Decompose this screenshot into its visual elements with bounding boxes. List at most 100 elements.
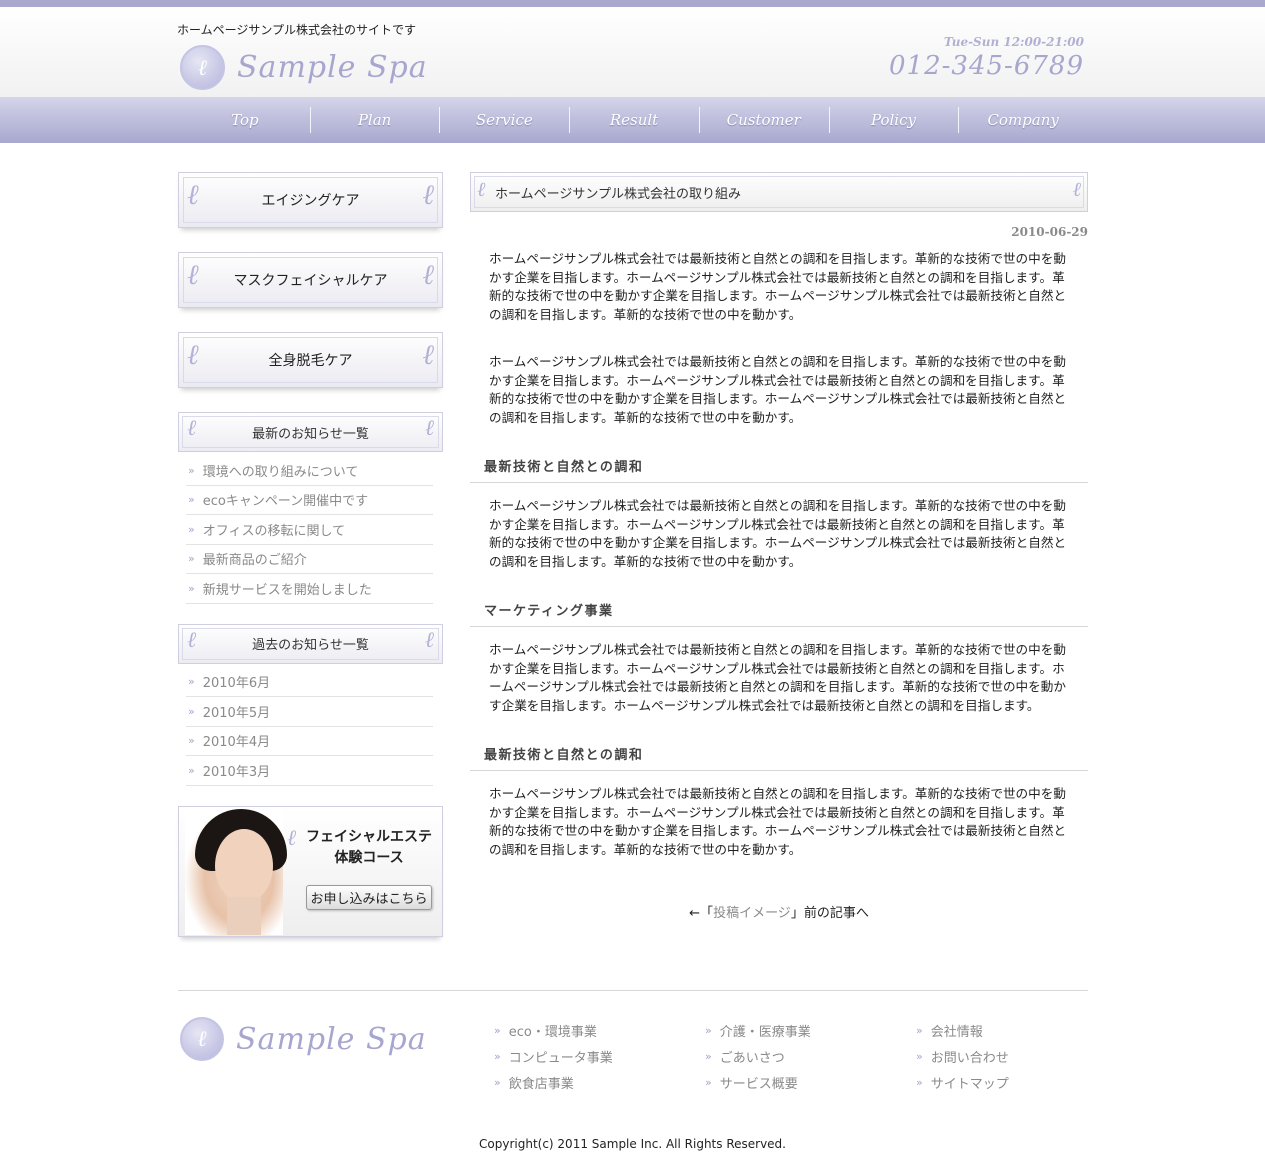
chevron-right-icon: »: [705, 1023, 712, 1037]
footer-link[interactable]: » お問い合わせ: [916, 1043, 1127, 1069]
chevron-right-icon: »: [705, 1075, 712, 1089]
previous-arrow: ←「: [689, 906, 714, 921]
model-photo: [185, 808, 287, 935]
footer-link-label: サービス概要: [719, 1076, 798, 1092]
nav-item-policy[interactable]: Policy: [828, 97, 959, 143]
article-paragraph: ホームページサンプル株式会社では最新技術と自然との調和を目指します。革新的な技術…: [489, 786, 1067, 857]
footer-link[interactable]: » 会社情報: [916, 1017, 1127, 1043]
ornament-icon: ℓ: [187, 338, 199, 371]
footer-link[interactable]: » 飲食店事業: [494, 1069, 705, 1095]
chevron-right-icon: »: [188, 493, 195, 507]
footer-links: » eco・環境事業 » コンピュータ事業 » 飲食店事業 » 介護・医療事業 » ごあい…: [494, 1017, 1127, 1095]
chevron-right-icon: »: [916, 1049, 923, 1063]
list-item-label: オフィスの移転に関して: [202, 523, 346, 539]
ornament-icon: ℓ: [1072, 177, 1081, 201]
ornament-icon: ℓ: [422, 258, 434, 291]
list-item[interactable]: » 新規サービスを開始しました: [186, 574, 433, 604]
chevron-right-icon: »: [916, 1075, 923, 1089]
site-tagline: ホームページサンプル株式会社のサイトです: [177, 23, 417, 37]
list-item-label: 2010年6月: [202, 676, 271, 692]
previous-post-suffix: 」前の記事へ: [790, 906, 869, 921]
article-paragraph: ホームページサンプル株式会社では最新技術と自然との調和を目指します。革新的な技術…: [489, 251, 1067, 322]
previous-post-link[interactable]: 投稿イメージ: [713, 906, 791, 921]
section-heading: マーケティング事業: [470, 600, 1088, 627]
footer-link-label: コンピュータ事業: [508, 1050, 613, 1066]
past-news-heading-label: 過去のお知らせ一覧: [252, 638, 369, 653]
footer-link[interactable]: » サイトマップ: [916, 1069, 1127, 1095]
site-header: ホームページサンプル株式会社のサイトです ℓ Sample Spa Tue-Su…: [0, 7, 1265, 97]
sidebar: ℓ エイジングケア ℓ ℓ マスクフェイシャルケア ℓ ℓ 全身脱毛ケア ℓ ℓ…: [178, 172, 443, 937]
business-hours: Tue-Sun 12:00-21:00: [943, 35, 1084, 49]
nav-item-top[interactable]: Top: [180, 97, 310, 143]
apply-button[interactable]: お申し込みはこちら: [306, 884, 432, 910]
footer-link-label: 会社情報: [930, 1024, 983, 1040]
list-item[interactable]: » 環境への取り組みについて: [186, 456, 433, 486]
list-item[interactable]: » 2010年4月: [186, 727, 433, 756]
chevron-right-icon: »: [188, 675, 195, 689]
model-neck: [227, 896, 261, 935]
nav-item-plan[interactable]: Plan: [309, 97, 440, 143]
footer-link[interactable]: » 介護・医療事業: [705, 1017, 916, 1043]
sidebar-button-body-hair-removal[interactable]: ℓ 全身脱毛ケア ℓ: [178, 332, 443, 388]
list-item-label: 2010年4月: [202, 735, 271, 751]
list-item-label: 最新商品のご紹介: [202, 553, 307, 569]
past-news-list: » 2010年6月 » 2010年5月 » 2010年4月 » 2010年3月: [186, 668, 433, 786]
past-news-heading: ℓ 過去のお知らせ一覧 ℓ: [178, 623, 443, 664]
footer-link-label: 介護・医療事業: [719, 1024, 811, 1040]
model-face: [215, 828, 273, 903]
ornament-icon: ℓ: [187, 258, 199, 291]
chevron-right-icon: »: [188, 522, 195, 536]
chevron-right-icon: »: [188, 463, 195, 477]
list-item[interactable]: » 最新商品のご紹介: [186, 545, 433, 574]
section-heading: 最新技術と自然との調和: [470, 744, 1088, 771]
list-item[interactable]: » ecoキャンペーン開催中です: [186, 486, 433, 515]
site-logo[interactable]: ℓ Sample Spa: [180, 45, 428, 90]
footer-link-label: サイトマップ: [930, 1076, 1009, 1092]
chevron-right-icon: »: [188, 581, 195, 595]
ornament-icon: ℓ: [424, 416, 434, 441]
sidebar-button-mask-facial-care[interactable]: ℓ マスクフェイシャルケア ℓ: [178, 252, 443, 308]
list-item[interactable]: » 2010年5月: [186, 697, 433, 727]
list-item-label: 新規サービスを開始しました: [202, 582, 372, 598]
list-item-label: 環境への取り組みについて: [202, 464, 359, 480]
sidebar-button-aging-care[interactable]: ℓ エイジングケア ℓ: [178, 172, 443, 228]
chevron-right-icon: »: [188, 704, 195, 718]
list-item-label: 2010年3月: [202, 764, 271, 780]
ornament-icon: ℓ: [422, 178, 434, 211]
article-title: ホームページサンプル株式会社の取り組み: [495, 186, 741, 202]
list-item[interactable]: » 2010年3月: [186, 756, 433, 786]
footer-column-3: » 会社情報 » お問い合わせ » サイトマップ: [916, 1017, 1127, 1095]
footer-column-1: » eco・環境事業 » コンピュータ事業 » 飲食店事業: [494, 1017, 705, 1095]
nav-item-customer[interactable]: Customer: [698, 97, 829, 143]
copyright: Copyright(c) 2011 Sample Inc. All Rights…: [479, 1137, 786, 1151]
main-content: ℓ ホームページサンプル株式会社の取り組み ℓ 2010-06-29 ホームペー…: [470, 172, 1088, 921]
footer-logo[interactable]: ℓ Sample Spa: [180, 1017, 427, 1061]
article-paragraph: ホームページサンプル株式会社では最新技術と自然との調和を目指します。革新的な技術…: [489, 354, 1067, 425]
logo-emblem-icon: ℓ: [180, 1017, 224, 1061]
chevron-right-icon: »: [916, 1023, 923, 1037]
chevron-right-icon: »: [494, 1075, 501, 1089]
banner-title-line2: 体験コース: [334, 849, 404, 866]
list-item[interactable]: » 2010年6月: [186, 668, 433, 697]
banner-title-line1: フェイシャルエステ: [306, 828, 432, 845]
footer-link-label: ごあいさつ: [719, 1050, 785, 1066]
nav-item-service[interactable]: Service: [439, 97, 569, 143]
logo-text: Sample Spa: [237, 50, 428, 85]
list-item[interactable]: » オフィスの移転に関して: [186, 515, 433, 545]
facial-trial-banner[interactable]: ℓ フェイシャルエステ 体験コース お申し込みはこちら: [178, 805, 443, 937]
global-nav: Top Plan Service Result Customer Policy …: [0, 97, 1265, 143]
footer-link[interactable]: » サービス概要: [705, 1069, 916, 1095]
ornament-icon: ℓ: [287, 825, 297, 851]
nav-item-result[interactable]: Result: [569, 97, 699, 143]
footer-link-label: eco・環境事業: [508, 1024, 597, 1040]
list-item-label: ecoキャンペーン開催中です: [202, 494, 369, 510]
footer-link[interactable]: » eco・環境事業: [494, 1017, 705, 1043]
ornament-icon: ℓ: [422, 338, 434, 371]
list-item-label: 2010年5月: [202, 705, 271, 721]
nav-item-company[interactable]: Company: [958, 97, 1088, 143]
top-accent-bar: [0, 0, 1265, 7]
article-heading: ℓ ホームページサンプル株式会社の取り組み ℓ: [470, 172, 1088, 212]
footer-link[interactable]: » コンピュータ事業: [494, 1043, 705, 1069]
footer-link[interactable]: » ごあいさつ: [705, 1043, 916, 1069]
ornament-icon: ℓ: [187, 416, 197, 441]
